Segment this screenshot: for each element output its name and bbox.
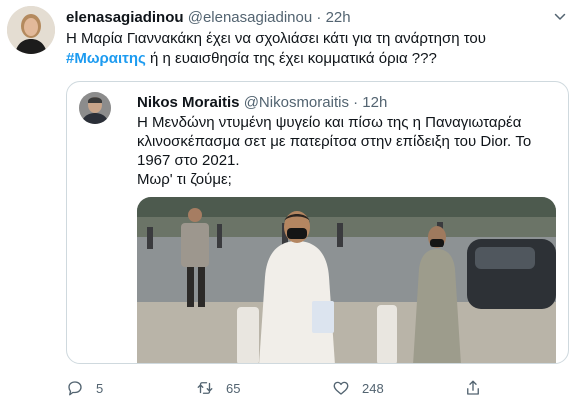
quoted-media-photo[interactable] [137,197,556,363]
quoted-author-photo [79,92,111,124]
tweet-card[interactable]: elenasagiadinou @elenasagiadinou · 22h Η… [0,0,579,416]
action-bar: 5 65 248 [66,376,566,400]
hashtag-link[interactable]: #Μωραιτης [66,50,146,67]
reply-button[interactable]: 5 [66,376,103,400]
share-icon [467,380,479,395]
quoted-text-line2: Μωρ' τι ζούμε; [137,171,232,188]
author-name[interactable]: elenasagiadinou [66,9,184,26]
tweet-text: Η Μαρία Γιαννακάκη έχει να σχολιάσει κάτ… [66,29,566,69]
retweet-icon [197,382,213,394]
share-button[interactable] [464,376,482,400]
street-photo [137,197,556,363]
quoted-author-handle[interactable]: @Nikosmoraitis [244,94,349,111]
tweet-time[interactable]: 22h [326,9,351,26]
reply-count: 5 [96,380,104,396]
like-count: 248 [362,380,384,396]
quoted-text: Η Μενδώνη ντυμένη ψυγείο και πίσω της η … [137,113,557,189]
reply-icon [68,381,82,396]
quoted-time[interactable]: 12h [362,94,387,111]
author-handle[interactable]: @elenasagiadinou [188,9,313,26]
author-photo [7,6,55,54]
retweet-count: 65 [226,380,241,396]
like-icon [333,381,349,395]
meta-separator: · [316,9,322,26]
tweet-text-part2: ή η ευαισθησία της έχει κομματικά όρια ?… [145,50,437,67]
quoted-tweet[interactable]: Nikos Moraitis @Nikosmoraitis · 12h Η Με… [66,81,569,364]
quoted-text-line1: Η Μενδώνη ντυμένη ψυγείο και πίσω της η … [137,114,532,169]
quoted-author-avatar[interactable] [79,92,111,124]
quoted-meta-separator: · [353,94,359,111]
quoted-author-name[interactable]: Nikos Moraitis [137,94,240,111]
more-icon [554,13,566,20]
tweet-text-part1: Η Μαρία Γιαννακάκη έχει να σχολιάσει κάτ… [66,30,486,47]
tweet-header: elenasagiadinou @elenasagiadinou · 22h [66,8,351,27]
quoted-header: Nikos Moraitis @Nikosmoraitis · 12h [137,93,387,112]
author-avatar[interactable] [7,6,55,54]
like-button[interactable]: 248 [332,376,384,400]
retweet-button[interactable]: 65 [196,376,240,400]
more-button[interactable] [548,4,572,28]
